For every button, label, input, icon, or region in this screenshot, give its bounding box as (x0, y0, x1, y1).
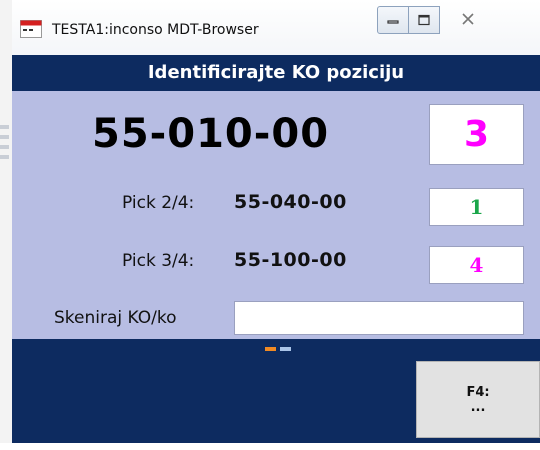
current-quantity-box: 3 (429, 104, 524, 165)
app-content: Identificirajte KO poziciju 55-010-00 3 … (12, 55, 540, 450)
scan-input[interactable] (234, 301, 524, 335)
pick-2-label: Pick 2/4: (122, 193, 195, 213)
app-icon (20, 20, 42, 38)
pick-3-position: 55-100-00 (234, 249, 347, 271)
app-window: TESTA1:inconso MDT-Browser Identificiraj… (0, 0, 540, 450)
page-indicator (265, 347, 291, 351)
pick-panel: 55-010-00 3 Pick 2/4: 55-040-00 1 Pick 3… (12, 91, 540, 339)
page-dot-inactive (280, 347, 291, 351)
window-title: TESTA1:inconso MDT-Browser (52, 22, 259, 38)
pick-2-position: 55-040-00 (234, 191, 347, 213)
title-bar[interactable]: TESTA1:inconso MDT-Browser (12, 0, 540, 55)
f4-key-label: F4: (466, 384, 490, 400)
maximize-button[interactable] (408, 6, 440, 34)
close-icon (462, 13, 474, 25)
maximize-icon (418, 14, 430, 26)
pick-3-quantity-box: 4 (429, 246, 524, 284)
pick-2-quantity-box: 1 (429, 188, 524, 226)
f4-action-label: ... (470, 399, 486, 415)
f4-function-button[interactable]: F4: ... (416, 361, 540, 438)
window-bottom-edge (0, 443, 540, 450)
page-title: Identificirajte KO poziciju (12, 55, 540, 91)
pick-3-label: Pick 3/4: (122, 251, 195, 271)
page-dot-active (265, 347, 276, 351)
background-window-edge (0, 0, 12, 450)
minimize-button[interactable] (377, 6, 409, 34)
scan-label: Skeniraj KO/ko (54, 308, 177, 328)
close-button[interactable] (439, 6, 497, 32)
minimize-icon (387, 20, 399, 24)
current-position: 55-010-00 (92, 111, 330, 157)
